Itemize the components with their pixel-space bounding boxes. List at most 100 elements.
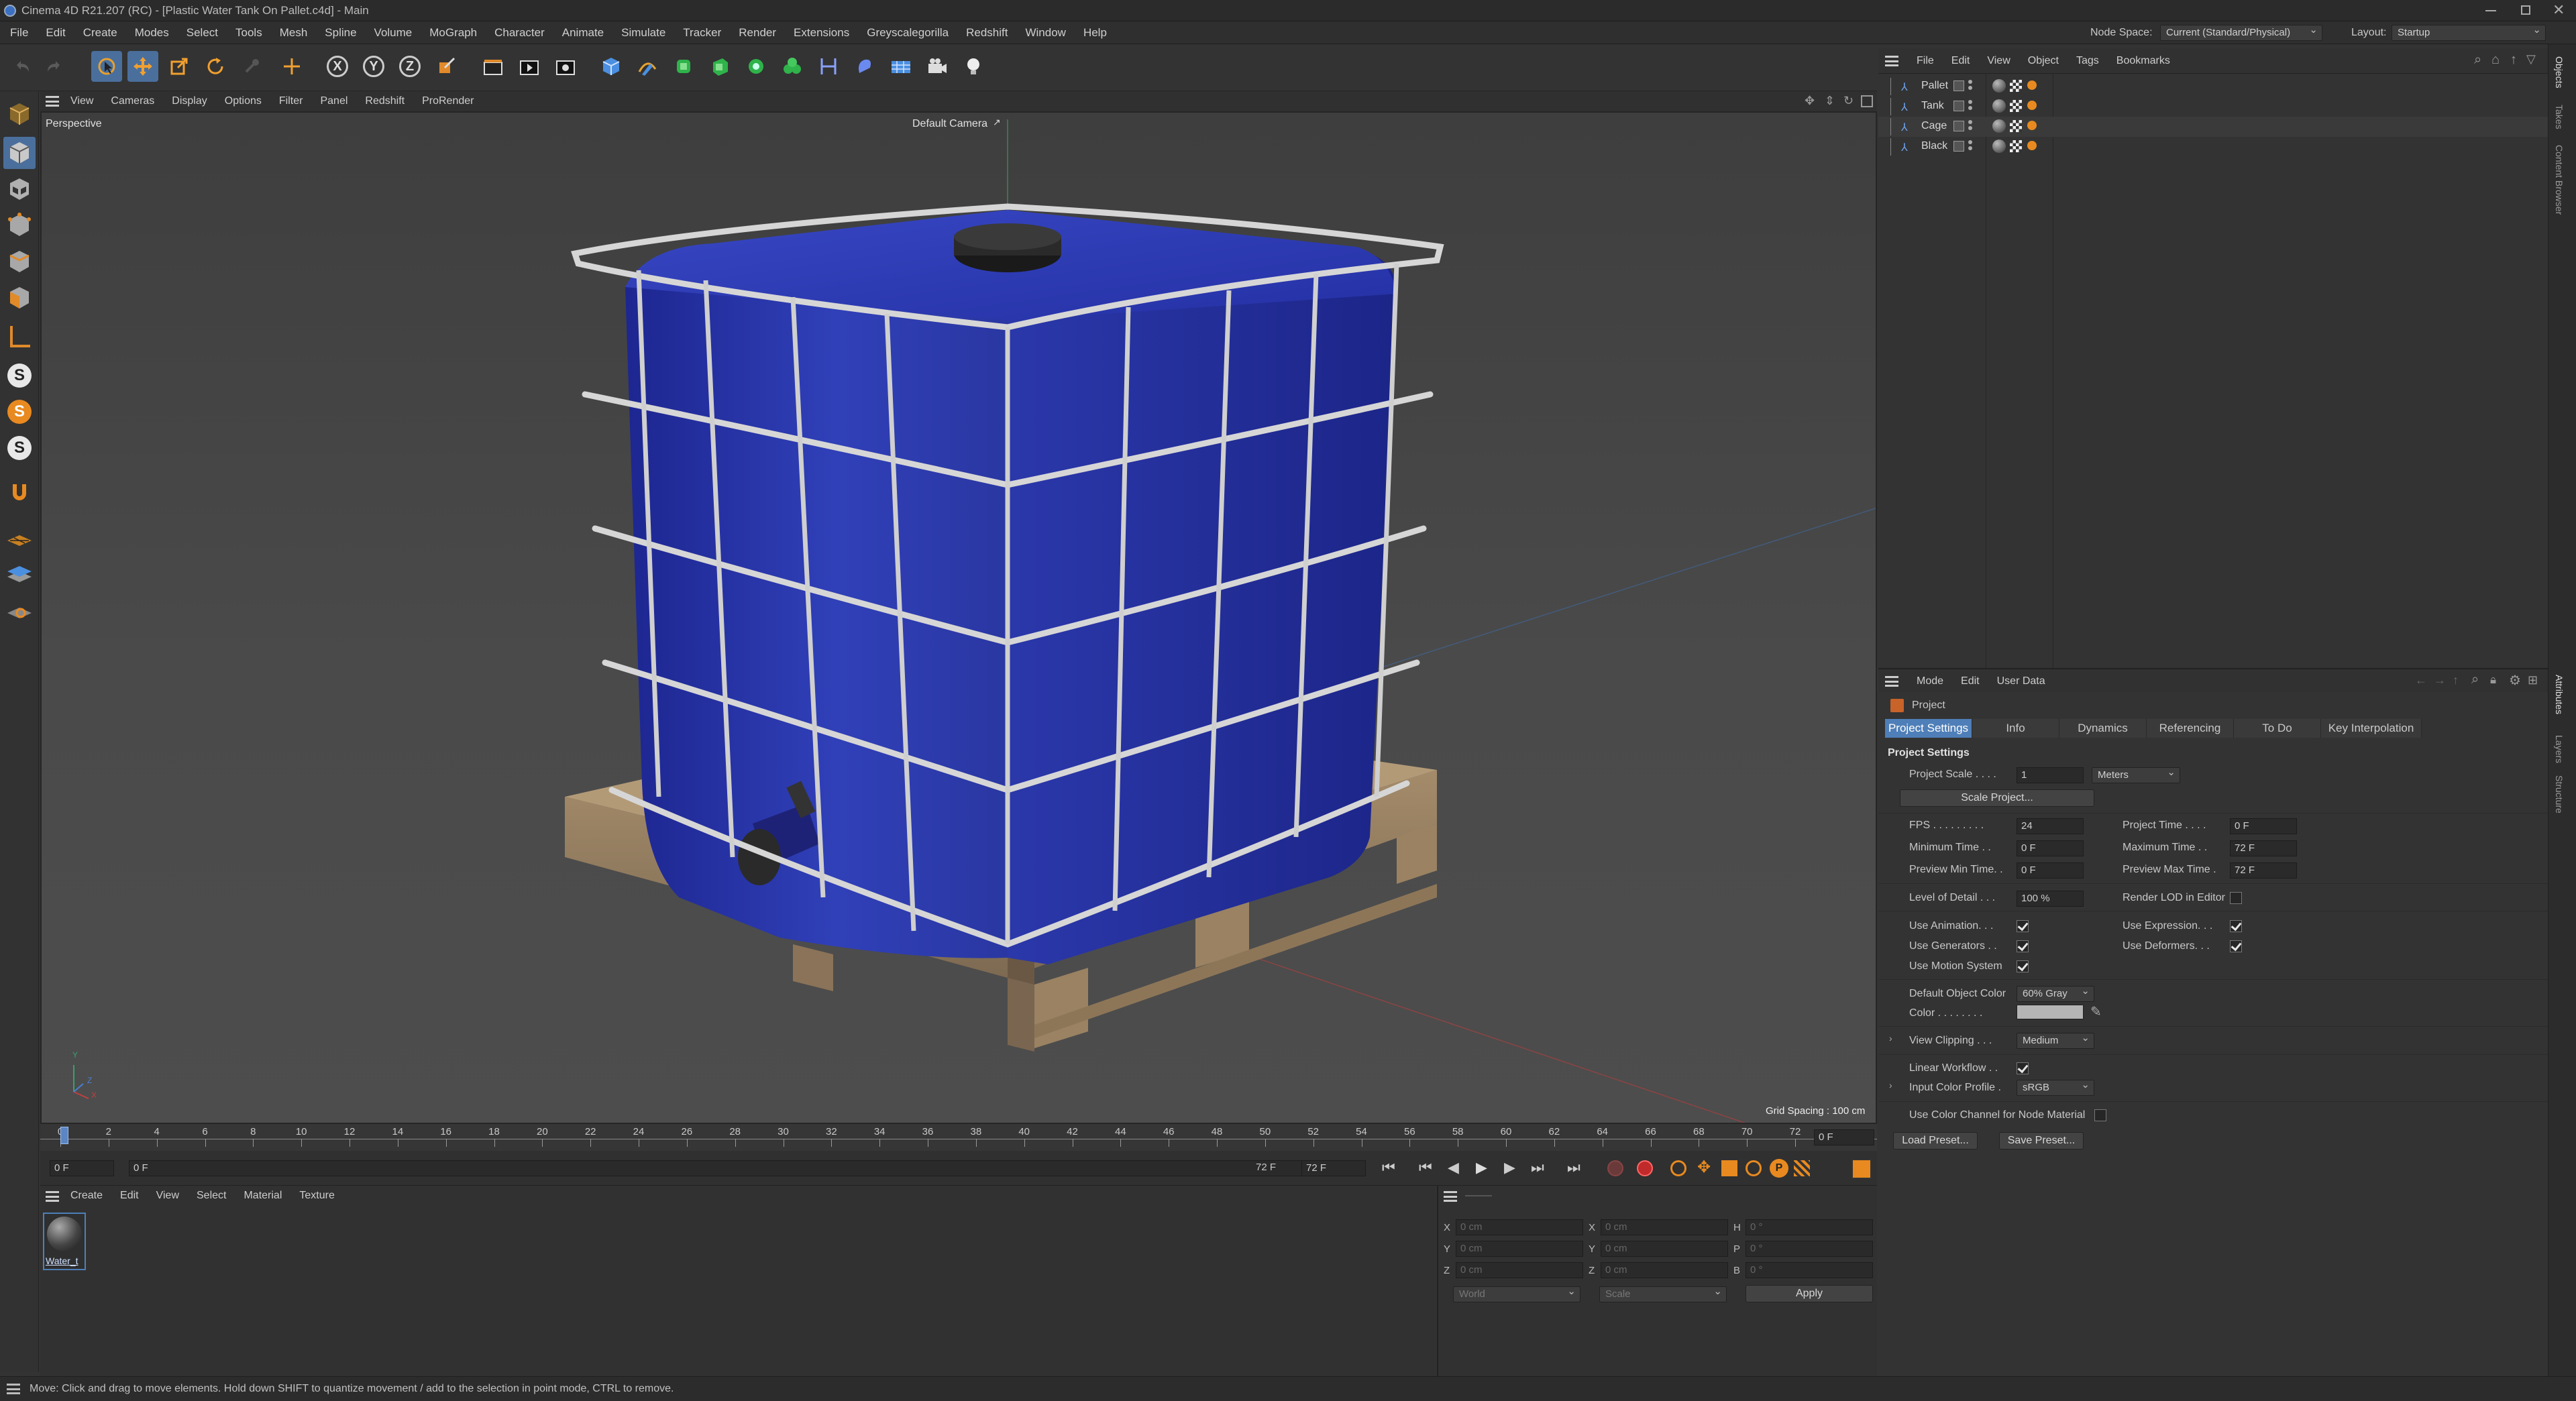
menu-modes[interactable]: Modes bbox=[126, 21, 178, 44]
use-generators-checkbox[interactable] bbox=[2017, 940, 2029, 952]
menu-select[interactable]: Select bbox=[178, 21, 227, 44]
start-frame-field[interactable]: 0 F bbox=[50, 1160, 114, 1176]
object-menu-edit[interactable]: Edit bbox=[1943, 48, 1979, 74]
scale-tool-button[interactable] bbox=[164, 51, 195, 82]
recent-tools-button[interactable] bbox=[236, 51, 267, 82]
object-menu-file[interactable]: File bbox=[1908, 48, 1943, 74]
keyframe-selection-icon[interactable] bbox=[1670, 1160, 1686, 1176]
layout-dropdown[interactable]: Startup bbox=[2392, 23, 2546, 41]
camera-button[interactable] bbox=[922, 51, 953, 82]
extra-tag-icon[interactable] bbox=[2027, 121, 2037, 130]
pan-view-icon[interactable]: ✥ bbox=[1805, 94, 1815, 108]
menu-render[interactable]: Render bbox=[730, 21, 785, 44]
node-space-dropdown[interactable]: Current (Standard/Physical) bbox=[2160, 23, 2322, 41]
model-mode-button[interactable] bbox=[3, 137, 36, 169]
key-position-icon[interactable]: ✥ bbox=[1697, 1158, 1711, 1177]
texture-mode-button[interactable] bbox=[3, 173, 36, 205]
timeline-window-icon[interactable] bbox=[1851, 1159, 1872, 1179]
viewport-menu-view[interactable]: View bbox=[62, 91, 102, 111]
material-tag-icon[interactable] bbox=[1992, 99, 2006, 113]
project-time-field[interactable]: 0 F bbox=[2230, 818, 2297, 834]
z-axis-lock-button[interactable]: Z bbox=[394, 51, 425, 82]
extra-tag-icon[interactable] bbox=[2027, 101, 2037, 110]
object-menu-view[interactable]: View bbox=[1978, 48, 2019, 74]
lod-field[interactable]: 100 % bbox=[2017, 891, 2084, 907]
menu-extensions[interactable]: Extensions bbox=[785, 21, 858, 44]
snap-s-button-1[interactable]: S bbox=[3, 359, 36, 392]
coord-scale-dropdown[interactable]: Scale bbox=[1599, 1284, 1727, 1302]
menu-file[interactable]: File bbox=[1, 21, 37, 44]
input-profile-expand-icon[interactable]: › bbox=[1889, 1080, 1892, 1090]
material-menu-material[interactable]: Material bbox=[235, 1186, 290, 1206]
attributes-side-tab[interactable]: Attributes bbox=[2554, 675, 2565, 714]
cloner-button[interactable] bbox=[741, 51, 771, 82]
coord-value-field[interactable]: 0 ° bbox=[1746, 1219, 1873, 1235]
menu-tracker[interactable]: Tracker bbox=[674, 21, 730, 44]
attr-menu-user-data[interactable]: User Data bbox=[1988, 669, 2054, 693]
use-animation-checkbox[interactable] bbox=[2017, 920, 2029, 932]
object-row[interactable]: ⅄ Cage bbox=[1878, 117, 2548, 137]
material-tag-icon[interactable] bbox=[1992, 119, 2006, 133]
cube-button[interactable] bbox=[596, 51, 627, 82]
menu-greyscalegorilla[interactable]: Greyscalegorilla bbox=[858, 21, 957, 44]
record-icon[interactable] bbox=[1607, 1160, 1623, 1176]
play-icon[interactable]: ▶ bbox=[1476, 1159, 1487, 1176]
structure-side-tab[interactable]: Structure bbox=[2554, 775, 2565, 814]
coord-value-field[interactable]: 0 ° bbox=[1746, 1262, 1873, 1278]
render-settings-button[interactable] bbox=[550, 51, 581, 82]
attr-menu-edit[interactable]: Edit bbox=[1952, 669, 1988, 693]
tab-project-settings[interactable]: Project Settings bbox=[1885, 719, 1972, 738]
viewport-menu-panel[interactable]: Panel bbox=[311, 91, 356, 111]
menu-animate[interactable]: Animate bbox=[553, 21, 612, 44]
hamburger-icon[interactable] bbox=[46, 96, 59, 107]
eyedropper-icon[interactable]: ✎ bbox=[2090, 1003, 2102, 1020]
back-icon[interactable]: ← bbox=[2415, 673, 2427, 687]
view-clipping-dropdown[interactable]: Medium bbox=[2017, 1031, 2094, 1049]
timeline-ruler[interactable]: 0246810121416182022242628303234363840424… bbox=[40, 1124, 1877, 1151]
y-axis-lock-button[interactable]: Y bbox=[358, 51, 389, 82]
object-menu-tags[interactable]: Tags bbox=[2068, 48, 2108, 74]
x-axis-lock-button[interactable]: X bbox=[322, 51, 353, 82]
locked-workplane-button[interactable] bbox=[3, 593, 36, 625]
menu-help[interactable]: Help bbox=[1075, 21, 1116, 44]
attr-search-icon[interactable]: ⌕ bbox=[2471, 672, 2479, 687]
use-expression-checkbox[interactable] bbox=[2230, 920, 2242, 932]
tab-referencing[interactable]: Referencing bbox=[2147, 719, 2234, 738]
material-tag-icon[interactable] bbox=[1992, 139, 2006, 153]
object-row[interactable]: ⅄ Tank bbox=[1878, 97, 2548, 117]
prev-key-icon[interactable]: ⏮ bbox=[1419, 1159, 1432, 1176]
visibility-dots-icon[interactable] bbox=[1968, 80, 1972, 84]
extra-tag-icon[interactable] bbox=[2027, 141, 2037, 150]
menu-simulate[interactable]: Simulate bbox=[612, 21, 674, 44]
rotate-tool-button[interactable] bbox=[200, 51, 231, 82]
coord-value-field[interactable]: 0 cm bbox=[1456, 1241, 1583, 1257]
object-menu-bookmarks[interactable]: Bookmarks bbox=[2108, 48, 2179, 74]
viewport-menu-redshift[interactable]: Redshift bbox=[356, 91, 413, 111]
attr-menu-mode[interactable]: Mode bbox=[1908, 669, 1952, 693]
attr-menu-icon[interactable] bbox=[1885, 676, 1898, 687]
up-arrow-icon[interactable]: ↑ bbox=[2510, 52, 2517, 68]
texture-tag-icon[interactable] bbox=[2010, 80, 2022, 92]
tab-info[interactable]: Info bbox=[1972, 719, 2059, 738]
render-lod-checkbox[interactable] bbox=[2230, 892, 2242, 904]
coordinate-system-button[interactable] bbox=[276, 51, 307, 82]
layers-side-tab[interactable]: Layers bbox=[2554, 735, 2565, 763]
viewport-menu-cameras[interactable]: Cameras bbox=[102, 91, 163, 111]
material-menu-select[interactable]: Select bbox=[188, 1186, 235, 1206]
coord-menu-icon[interactable] bbox=[1444, 1191, 1457, 1202]
tweak-button[interactable] bbox=[3, 476, 36, 508]
subdivision-button[interactable] bbox=[668, 51, 699, 82]
filter-icon[interactable]: ▽ bbox=[2526, 52, 2536, 66]
layer-visibility-icon[interactable] bbox=[1953, 121, 1964, 131]
snap-s-button-3[interactable]: S bbox=[3, 432, 36, 464]
visibility-dots-icon[interactable] bbox=[1968, 140, 1972, 144]
menu-volume[interactable]: Volume bbox=[366, 21, 421, 44]
object-row[interactable]: ⅄ Black bbox=[1878, 137, 2548, 157]
min-time-field[interactable]: 0 F bbox=[2017, 840, 2084, 856]
coord-value-field[interactable]: 0 ° bbox=[1746, 1241, 1873, 1257]
material-tag-icon[interactable] bbox=[1992, 79, 2006, 93]
menu-character[interactable]: Character bbox=[486, 21, 553, 44]
viewport-menu-filter[interactable]: Filter bbox=[270, 91, 312, 111]
undo-button[interactable] bbox=[7, 51, 38, 82]
visibility-dots-icon[interactable] bbox=[1968, 100, 1972, 104]
